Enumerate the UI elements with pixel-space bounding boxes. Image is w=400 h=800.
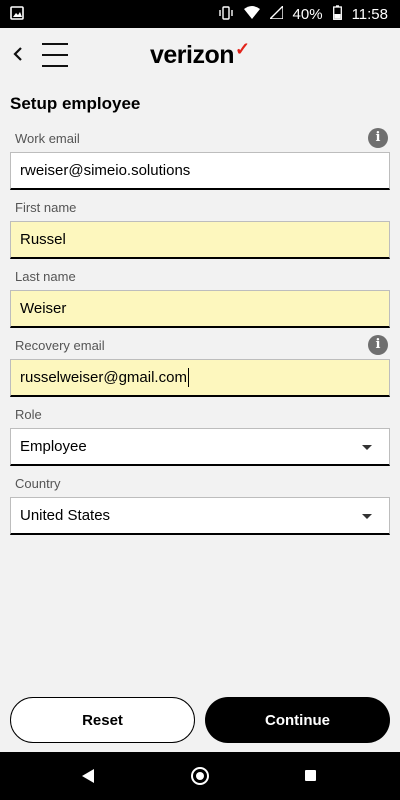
text-cursor: [187, 368, 189, 387]
work-email-value: rweiser@simeio.solutions: [20, 162, 191, 179]
country-label: Country: [15, 476, 61, 491]
vibrate-icon: [218, 5, 234, 23]
battery-percent: 40%: [292, 5, 323, 23]
photo-notification-icon: [10, 5, 24, 23]
last-name-label: Last name: [15, 269, 76, 284]
brand-check-icon: ✓: [235, 39, 250, 59]
recovery-email-group: Recovery email i russelweiser@gmail.com: [10, 335, 390, 397]
last-name-group: Last name Weiser: [10, 268, 390, 328]
country-select[interactable]: United States: [10, 497, 390, 535]
clock: 11:58: [351, 5, 388, 23]
info-icon[interactable]: i: [368, 335, 388, 355]
nav-home-icon[interactable]: [191, 767, 209, 785]
chevron-left-icon: [13, 46, 23, 67]
dropdown-arrow-icon: [362, 514, 372, 519]
app-header: verizon ✓: [0, 28, 400, 84]
country-value: United States: [20, 507, 111, 524]
page-title: Setup employee: [10, 94, 141, 113]
first-name-label: First name: [15, 200, 77, 215]
role-label: Role: [15, 407, 42, 422]
info-icon[interactable]: i: [368, 128, 388, 148]
recovery-email-value: russelweiser@gmail.com: [20, 369, 187, 386]
signal-icon: [267, 4, 284, 22]
continue-button[interactable]: Continue: [205, 697, 390, 743]
recovery-email-field[interactable]: russelweiser@gmail.com: [10, 359, 390, 397]
role-group: Role Employee: [10, 406, 390, 466]
nav-recents-icon[interactable]: [305, 770, 316, 781]
brand-name: verizon: [150, 41, 235, 69]
nav-back-icon[interactable]: [82, 769, 94, 783]
back-button[interactable]: [8, 42, 28, 70]
first-name-field[interactable]: Russel: [10, 221, 390, 259]
hamburger-icon: [42, 43, 68, 45]
first-name-value: Russel: [20, 231, 66, 248]
last-name-value: Weiser: [20, 300, 67, 317]
status-bar: 40% 11:58: [0, 0, 400, 28]
country-group: Country United States: [10, 475, 390, 535]
work-email-group: Work email i rweiser@simeio.solutions: [10, 128, 390, 190]
role-value: Employee: [20, 438, 87, 455]
recovery-email-label: Recovery email: [15, 338, 105, 353]
reset-button[interactable]: Reset: [10, 697, 195, 743]
work-email-label: Work email: [15, 131, 80, 146]
wifi-icon: [243, 6, 260, 22]
role-select[interactable]: Employee: [10, 428, 390, 466]
work-email-field[interactable]: rweiser@simeio.solutions: [10, 152, 390, 190]
system-nav-bar: [0, 752, 400, 800]
menu-button[interactable]: [42, 42, 68, 68]
battery-icon: [332, 5, 342, 23]
brand-logo: verizon ✓: [150, 39, 250, 70]
dropdown-arrow-icon: [362, 445, 372, 450]
last-name-field[interactable]: Weiser: [10, 290, 390, 328]
first-name-group: First name Russel: [10, 199, 390, 259]
